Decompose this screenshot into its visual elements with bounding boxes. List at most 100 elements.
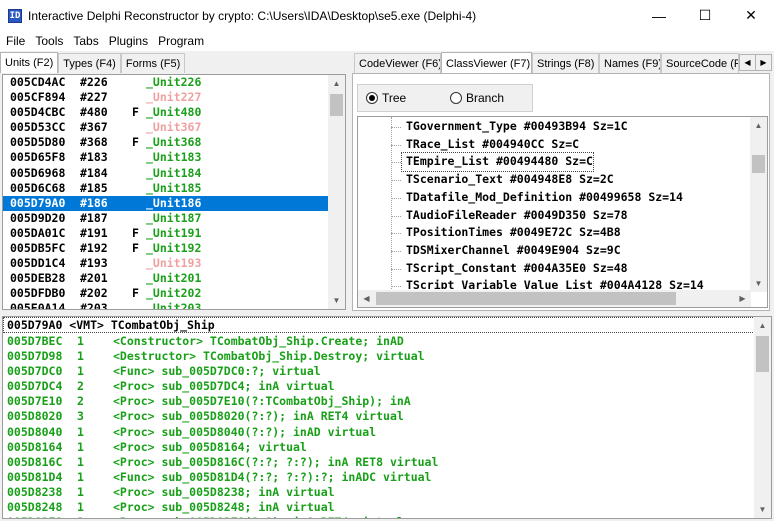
menu-tabs[interactable]: Tabs (69, 34, 102, 48)
unit-row[interactable]: 005DEB28 #201 _Unit201 (3, 271, 329, 286)
unit-number: #185 (80, 180, 108, 195)
unit-row[interactable]: 005D65F8 #183 _Unit183 (3, 150, 329, 165)
class-tree-vertical-scrollbar[interactable]: ▲ ▼ (750, 117, 767, 292)
class-tree-item[interactable]: TScenario_Text #004948E8 Sz=2C (402, 171, 614, 189)
vmt-count: 1 (77, 515, 113, 518)
unit-row[interactable]: 005DD1C4 #193 _Unit193 (3, 256, 329, 271)
class-tree-item[interactable]: TScript_Constant #004A35E0 Sz=48 (402, 260, 628, 278)
radio-branch[interactable]: Branch (450, 91, 504, 105)
tab-scroll-right-arrow-icon[interactable]: ▶ (755, 54, 772, 71)
scrollbar-thumb[interactable] (752, 155, 765, 173)
class-tree-item[interactable]: TRace_List #004940CC Sz=C (402, 136, 579, 154)
vmt-row[interactable]: 005D81D4 1 <Func> sub_005D81D4(?:?; ?:?):?… (3, 470, 755, 485)
vmt-header[interactable]: 005D79A0 <VMT> TCombatObj_Ship (3, 317, 755, 333)
menu-tools[interactable]: Tools (31, 34, 67, 48)
vmt-count: 2 (77, 379, 84, 394)
menu-program[interactable]: Program (154, 34, 208, 48)
class-tree-rows: TGovernment_Type #00493B94 Sz=1C TRace_Li… (358, 117, 751, 289)
class-tree-horizontal-scrollbar[interactable]: ◀ ▶ (358, 290, 751, 307)
vmt-row[interactable]: 005D7DC4 2 <Proc> sub_005D7DC4; inA virtua… (3, 379, 755, 394)
tab-types[interactable]: Types (F4) (58, 53, 121, 73)
vmt-row[interactable]: 005D8248 1 <Proc> sub_005D8248; inA virtua… (3, 500, 755, 515)
scrollbar-thumb[interactable] (330, 94, 343, 116)
minimize-button[interactable]: — (636, 0, 682, 31)
unit-row[interactable]: 005D6C68 #185 _Unit185 (3, 181, 329, 196)
vmt-row[interactable]: 005D8020 3 <Proc> sub_005D8020(?:?); inA R… (3, 409, 755, 424)
unit-flag: F (132, 241, 139, 256)
scroll-up-arrow-icon[interactable]: ▲ (754, 317, 771, 334)
unit-address: 005E0A14 (10, 301, 66, 310)
unit-address: 005DFDB0 (10, 286, 66, 301)
class-tree-item[interactable]: TDSMixerChannel #0049E904 Sz=9C (402, 242, 621, 260)
vmt-row[interactable]: 005D82F81<Proc> sub_005D82F8(?:?); inA R… (3, 515, 755, 518)
scroll-down-arrow-icon[interactable]: ▼ (328, 292, 345, 309)
vmt-address: 005D8248 (7, 500, 63, 515)
unit-row[interactable]: 005CF894 #227 _Unit227 (3, 90, 329, 105)
vmt-row[interactable]: 005D7BEC 1 <Constructor> TCombatObj_Ship.C… (3, 334, 755, 349)
radio-branch-dot (450, 92, 462, 104)
class-tree-item[interactable]: TDatafile_Mod_Definition #00499658 Sz=14 (402, 189, 683, 207)
scroll-up-arrow-icon[interactable]: ▲ (328, 75, 345, 92)
unit-row[interactable]: 005D79A0 #186 _Unit186 (3, 195, 329, 211)
unit-number: #187 (80, 210, 108, 225)
class-tree-item[interactable]: TAudioFileReader #0049D350 Sz=78 (402, 207, 628, 225)
tab-classviewer[interactable]: ClassViewer (F7) (441, 52, 532, 74)
class-tree-item[interactable]: TPositionTimes #0049E72C Sz=4B8 (402, 224, 621, 242)
unit-row[interactable]: 005D4CBC #480 F _Unit480 (3, 105, 329, 120)
scrollbar-thumb[interactable] (756, 336, 769, 372)
tab-sourcecode[interactable]: SourceCode (F (661, 53, 739, 73)
unit-row[interactable]: 005DB5FC #192 F _Unit192 (3, 241, 329, 256)
tree-connector-line (391, 250, 401, 252)
scrollbar-thumb[interactable] (376, 292, 676, 305)
scroll-down-arrow-icon[interactable]: ▼ (754, 501, 771, 518)
unit-row[interactable]: 005D9D20 #187 _Unit187 (3, 211, 329, 226)
unit-row[interactable]: 005DFDB0 #202 F _Unit202 (3, 286, 329, 301)
tab-strings[interactable]: Strings (F8) (532, 53, 599, 73)
menu-file[interactable]: File (2, 34, 29, 48)
vmt-entry: <Proc> sub_005D7DC4; inA virtual (113, 379, 335, 394)
tab-scroll-left-arrow-icon[interactable]: ◀ (739, 54, 756, 71)
class-tree-item[interactable]: TGovernment_Type #00493B94 Sz=1C (402, 118, 628, 136)
scroll-left-arrow-icon[interactable]: ◀ (358, 290, 375, 307)
vmt-row[interactable]: 005D8040 1 <Proc> sub_005D8040(?:?); inAD … (3, 425, 755, 440)
unit-address: 005D5D80 (10, 135, 66, 150)
vmt-row[interactable]: 005D7E10 2 <Proc> sub_005D7E10(?:TCombatOb… (3, 394, 755, 409)
vmt-count: 2 (77, 394, 84, 409)
vmt-row[interactable]: 005D816C 1 <Proc> sub_005D816C(?:?; ?:?); … (3, 455, 755, 470)
radio-tree[interactable]: Tree (366, 91, 406, 105)
scroll-down-arrow-icon[interactable]: ▼ (750, 275, 767, 292)
tree-connector-line (391, 197, 401, 199)
unit-row[interactable]: 005D5D80 #368 F _Unit368 (3, 135, 329, 150)
tab-codeviewer[interactable]: CodeViewer (F6) (354, 53, 441, 73)
unit-row[interactable]: 005E0A14 #203 _Unit203 (3, 301, 329, 310)
unit-row[interactable]: 005D6968 #184 _Unit184 (3, 166, 329, 181)
close-button[interactable]: ✕ (728, 0, 774, 31)
units-vertical-scrollbar[interactable]: ▲ ▼ (328, 75, 345, 309)
close-icon: ✕ (745, 7, 757, 23)
view-mode-radio-group: Tree Branch (357, 84, 533, 112)
title-bar: ID Interactive Delphi Reconstructor by c… (0, 0, 774, 31)
unit-address: 005D79A0 (10, 195, 66, 210)
unit-row[interactable]: 005DA01C #191 F _Unit191 (3, 226, 329, 241)
scroll-right-arrow-icon[interactable]: ▶ (734, 290, 751, 307)
tab-units[interactable]: Units (F2) (0, 52, 59, 73)
class-tree-item[interactable]: TEmpire_List #00494480 Sz=C (401, 152, 594, 173)
tree-connector-line (391, 268, 401, 270)
vmt-vertical-scrollbar[interactable]: ▲ ▼ (754, 317, 771, 518)
unit-row[interactable]: 005D53CC #367 _Unit367 (3, 120, 329, 135)
vmt-row[interactable]: 005D8238 1 <Proc> sub_005D8238; inA virtua… (3, 485, 755, 500)
menu-plugins[interactable]: Plugins (105, 34, 152, 48)
scroll-up-arrow-icon[interactable]: ▲ (750, 117, 767, 134)
tab-forms[interactable]: Forms (F5) (120, 53, 186, 73)
vmt-row[interactable]: 005D8164 1 <Proc> sub_005D8164; virtual (3, 440, 755, 455)
unit-row[interactable]: 005CD4AC #226 _Unit226 (3, 75, 329, 90)
unit-number: #186 (80, 195, 108, 210)
unit-address: 005DEB28 (10, 271, 66, 286)
vmt-count: 1 (77, 424, 84, 439)
vmt-row[interactable]: 005D7D98 1 <Destructor> TCombatObj_Ship.De… (3, 349, 755, 364)
class-tree-item[interactable]: TScript_Variable_Value_List #004A4128 Sz… (402, 277, 704, 289)
vmt-row[interactable]: 005D7DC0 1 <Func> sub_005D7DC0:?; virtual (3, 364, 755, 379)
maximize-button[interactable]: ☐ (682, 0, 728, 31)
unit-number: #192 (80, 241, 108, 256)
tab-names[interactable]: Names (F9) (599, 53, 661, 73)
